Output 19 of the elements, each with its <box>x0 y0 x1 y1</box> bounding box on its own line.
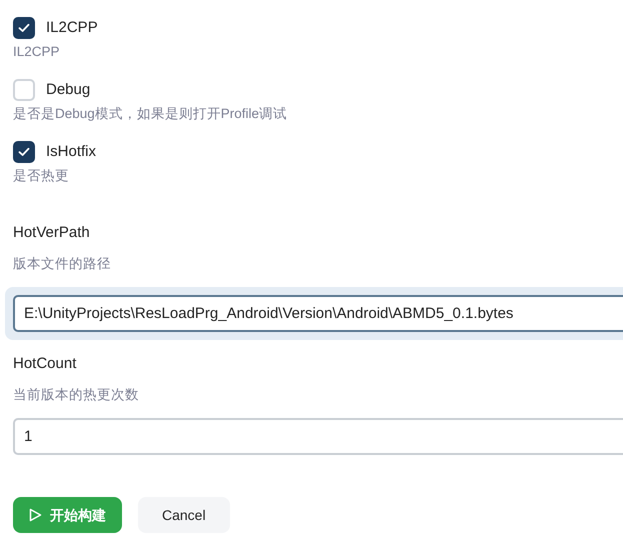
cancel-button[interactable]: Cancel <box>138 497 230 533</box>
option-description: 是否热更 <box>13 167 70 185</box>
option-label: IsHotfix <box>46 142 96 162</box>
checkbox[interactable] <box>13 79 35 101</box>
checkmark-icon <box>18 23 30 33</box>
play-icon <box>29 508 42 522</box>
option-description: 是否是Debug模式，如果是则打开Profile调试 <box>13 105 288 123</box>
input-field[interactable]: 1 <box>13 418 623 455</box>
option-label: Debug <box>46 80 90 100</box>
option-description: IL2CPP <box>13 43 61 61</box>
field-label: HotCount <box>13 354 78 374</box>
field-description: 版本文件的路径 <box>13 255 112 273</box>
field-description: 当前版本的热更次数 <box>13 386 140 404</box>
option-label: IL2CPP <box>46 18 98 38</box>
field-label: HotVerPath <box>13 223 91 243</box>
checkmark-icon <box>18 147 30 157</box>
checkbox[interactable] <box>13 141 35 163</box>
input-field[interactable]: E:\UnityProjects\ResLoadPrg_Android\Version\Android\ABMD5_0.1.bytes <box>13 295 623 332</box>
checkbox[interactable] <box>13 17 35 39</box>
